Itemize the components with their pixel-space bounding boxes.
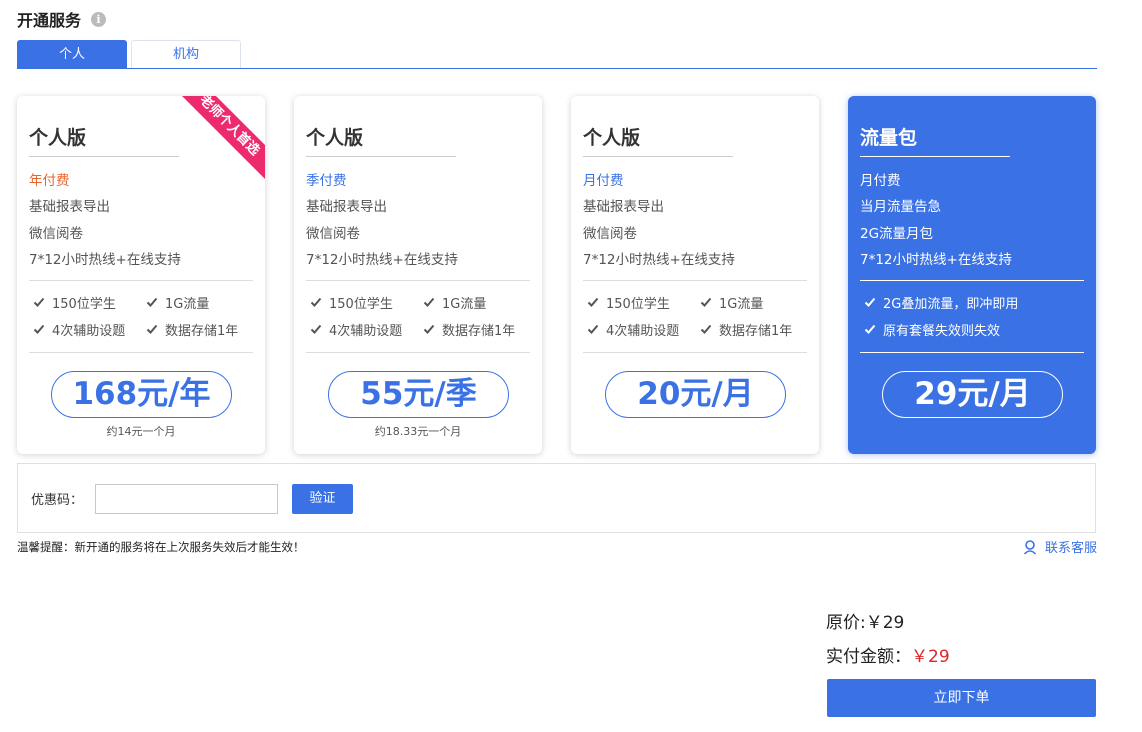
plan-check-item: 4次辅助设题 bbox=[587, 320, 679, 339]
plan-feature: 7*12小时热线+在线支持 bbox=[306, 252, 458, 268]
plan-feature: 7*12小时热线+在线支持 bbox=[860, 252, 1012, 268]
check-icon bbox=[33, 323, 46, 336]
contact-support-label: 联系客服 bbox=[1044, 541, 1097, 556]
title-underline bbox=[583, 156, 733, 157]
plan-feature: 微信阅卷 bbox=[29, 226, 83, 242]
original-price-label: 原价: bbox=[826, 613, 866, 633]
plan-check-item: 150位学生 bbox=[587, 293, 670, 312]
check-icon bbox=[146, 296, 159, 309]
divider bbox=[583, 280, 807, 281]
plan-check-item: 4次辅助设题 bbox=[33, 320, 125, 339]
plan-title: 个人版 bbox=[29, 127, 87, 149]
plan-feature: 基础报表导出 bbox=[583, 199, 664, 215]
plan-card-traffic-pack[interactable]: 流量包 月付费 当月流量告急 2G流量月包 7*12小时热线+在线支持 2G叠加… bbox=[848, 96, 1096, 454]
title-underline bbox=[860, 156, 1010, 157]
plan-card-quarterly[interactable]: 个人版 季付费 基础报表导出 微信阅卷 7*12小时热线+在线支持 150位学生… bbox=[294, 96, 542, 454]
plan-title: 流量包 bbox=[860, 127, 918, 149]
plan-card-monthly[interactable]: 个人版 月付费 基础报表导出 微信阅卷 7*12小时热线+在线支持 150位学生… bbox=[571, 96, 819, 454]
user-icon bbox=[1023, 539, 1037, 555]
plan-period: 月付费 bbox=[860, 173, 901, 189]
check-icon bbox=[700, 323, 713, 336]
plan-check-item: 1G流量 bbox=[423, 293, 486, 312]
divider bbox=[306, 280, 530, 281]
plan-period: 季付费 bbox=[306, 173, 347, 189]
plan-feature: 当月流量告急 bbox=[860, 199, 941, 215]
plan-feature: 7*12小时热线+在线支持 bbox=[29, 252, 181, 268]
plan-check-item: 数据存储1年 bbox=[700, 320, 792, 339]
divider bbox=[860, 352, 1084, 353]
check-icon bbox=[33, 296, 46, 309]
check-icon bbox=[310, 323, 323, 336]
original-price: 原价:￥29 bbox=[826, 608, 904, 633]
recommend-ribbon: 老师个人首选 bbox=[175, 96, 265, 186]
coupon-label: 优惠码： bbox=[31, 493, 84, 508]
plan-check-item: 1G流量 bbox=[700, 293, 763, 312]
plan-title: 个人版 bbox=[583, 127, 641, 149]
plan-check-item: 原有套餐失效则失效 bbox=[864, 320, 1000, 339]
divider bbox=[29, 280, 253, 281]
check-icon bbox=[864, 296, 877, 309]
plan-feature: 7*12小时热线+在线支持 bbox=[583, 252, 735, 268]
plan-feature: 2G流量月包 bbox=[860, 226, 934, 242]
tab-organization[interactable]: 机构 bbox=[131, 40, 241, 68]
check-icon bbox=[146, 323, 159, 336]
notice-text: 温馨提醒：新开通的服务将在上次服务失效后才能生效！ bbox=[17, 540, 305, 554]
divider bbox=[860, 280, 1084, 281]
plan-feature: 基础报表导出 bbox=[29, 199, 110, 215]
check-icon bbox=[587, 296, 600, 309]
original-price-value: ￥29 bbox=[865, 613, 905, 633]
plan-period: 月付费 bbox=[583, 173, 624, 189]
plan-price: 168元/年 bbox=[51, 371, 232, 418]
coupon-input[interactable] bbox=[95, 484, 278, 514]
check-icon bbox=[310, 296, 323, 309]
plan-cards: 老师个人首选 个人版 年付费 基础报表导出 微信阅卷 7*12小时热线+在线支持… bbox=[17, 96, 1097, 454]
page-title: 开通服务 i bbox=[17, 7, 107, 31]
plan-check-item: 数据存储1年 bbox=[423, 320, 515, 339]
plan-feature: 微信阅卷 bbox=[306, 226, 360, 242]
check-icon bbox=[423, 296, 436, 309]
check-icon bbox=[700, 296, 713, 309]
plan-check-item: 4次辅助设题 bbox=[310, 320, 402, 339]
info-icon[interactable]: i bbox=[91, 11, 107, 27]
ribbon-label: 老师个人首选 bbox=[175, 96, 265, 183]
verify-button[interactable]: 验证 bbox=[292, 484, 353, 514]
tab-bar: 个人 机构 bbox=[17, 40, 1097, 69]
plan-price: 29元/月 bbox=[882, 371, 1063, 418]
contact-support-link[interactable]: 联系客服 bbox=[1022, 537, 1097, 556]
plan-check-item: 2G叠加流量，即冲即用 bbox=[864, 293, 1018, 312]
plan-check-item: 150位学生 bbox=[33, 293, 116, 312]
check-icon bbox=[587, 323, 600, 336]
plan-check-item: 1G流量 bbox=[146, 293, 209, 312]
plan-feature: 微信阅卷 bbox=[583, 226, 637, 242]
paid-amount-value: ￥29 bbox=[911, 647, 950, 667]
title-underline bbox=[29, 156, 179, 157]
tab-personal[interactable]: 个人 bbox=[17, 40, 127, 68]
divider bbox=[583, 352, 807, 353]
page-title-text: 开通服务 bbox=[17, 11, 82, 30]
plan-feature: 基础报表导出 bbox=[306, 199, 387, 215]
check-icon bbox=[423, 323, 436, 336]
check-icon bbox=[864, 323, 877, 336]
plan-check-item: 数据存储1年 bbox=[146, 320, 238, 339]
plan-price: 20元/月 bbox=[605, 371, 786, 418]
plan-period: 年付费 bbox=[29, 173, 70, 189]
plan-price-note: 约14元一个月 bbox=[106, 425, 176, 438]
divider bbox=[306, 352, 530, 353]
paid-amount: 实付金额：￥29 bbox=[826, 642, 950, 667]
plan-card-yearly[interactable]: 老师个人首选 个人版 年付费 基础报表导出 微信阅卷 7*12小时热线+在线支持… bbox=[17, 96, 265, 454]
plan-price-note: 约18.33元一个月 bbox=[374, 425, 462, 438]
title-underline bbox=[306, 156, 456, 157]
coupon-section: 优惠码： 验证 bbox=[17, 463, 1096, 533]
place-order-button[interactable]: 立即下单 bbox=[827, 679, 1096, 717]
plan-price: 55元/季 bbox=[328, 371, 509, 418]
divider bbox=[29, 352, 253, 353]
plan-check-item: 150位学生 bbox=[310, 293, 393, 312]
plan-title: 个人版 bbox=[306, 127, 364, 149]
paid-amount-label: 实付金额： bbox=[826, 647, 911, 667]
